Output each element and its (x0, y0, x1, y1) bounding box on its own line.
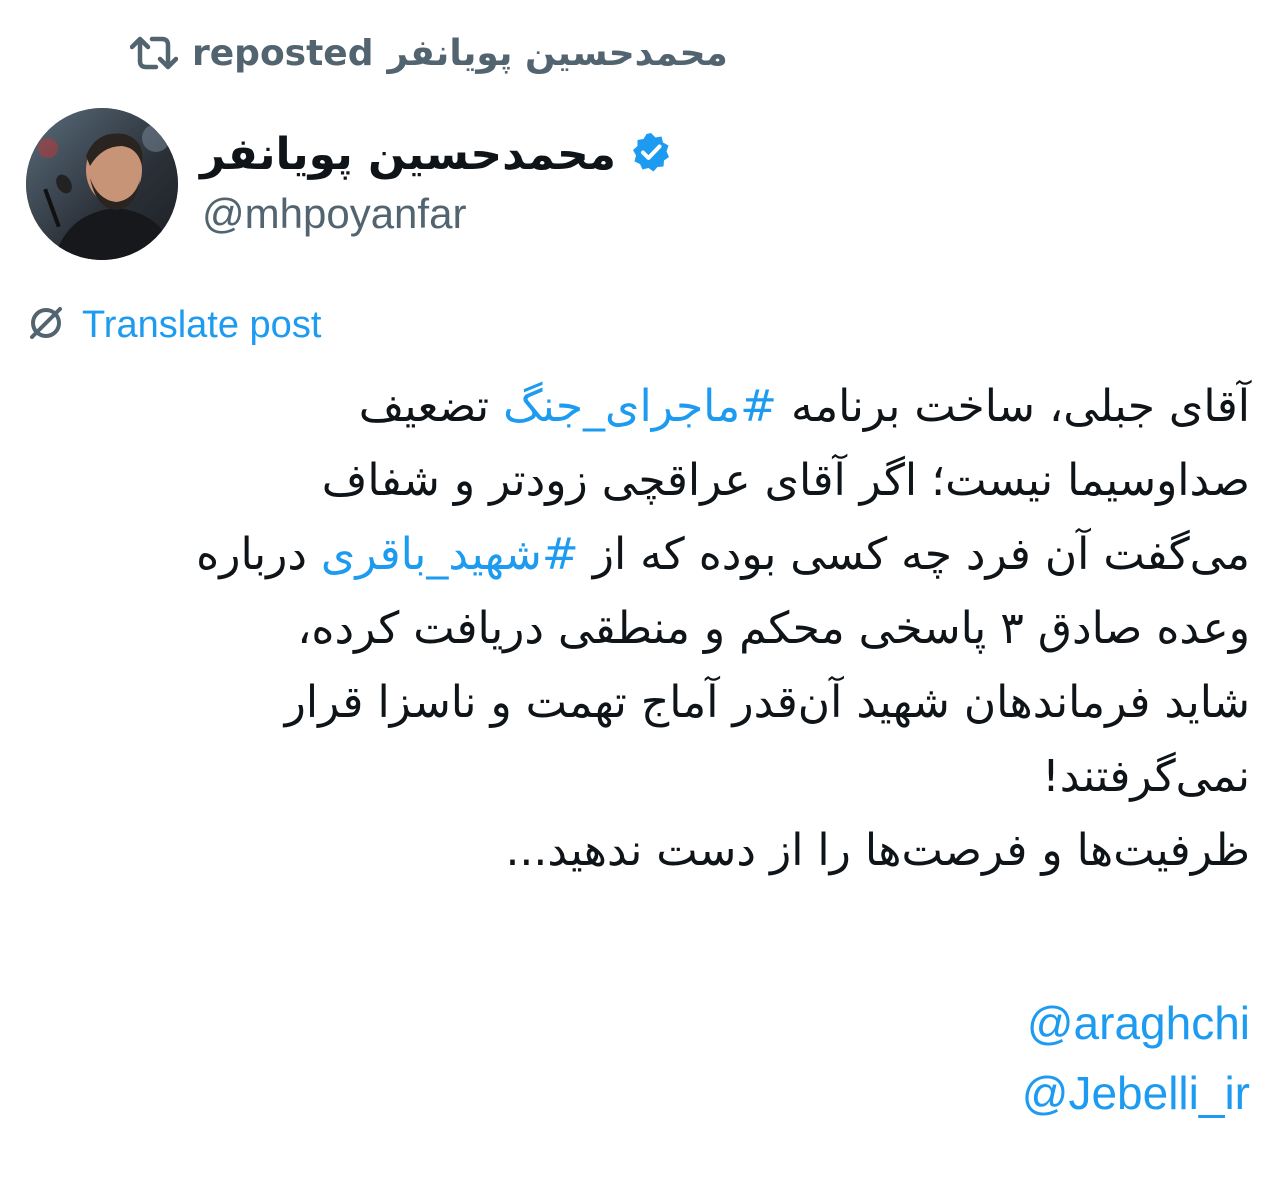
repost-icon (130, 33, 178, 73)
repost-user-name[interactable]: محمدحسین پویانفر (388, 33, 728, 74)
translate-post-link[interactable]: Translate post (26, 298, 321, 352)
translate-icon (26, 303, 66, 347)
hashtag-link[interactable]: #ماجرای_جنگ (503, 381, 777, 432)
hashtag-link[interactable]: #شهید_باقری (321, 529, 579, 580)
display-name[interactable]: محمدحسین پویانفر (200, 129, 616, 180)
mentions: @araghchi @Jebelli_ir (1022, 988, 1250, 1128)
mention-link[interactable]: @araghchi (1022, 988, 1250, 1058)
avatar[interactable] (26, 108, 178, 260)
post-line: ظرفیت‌ها و فرصت‌ها را از دست ندهید... (505, 825, 1250, 876)
post-text-segment: درباره (196, 529, 321, 580)
mention-link[interactable]: @Jebelli_ir (1022, 1058, 1250, 1128)
post-text: آقای جبلی، ساخت برنامه #ماجرای_جنگ تضعیف… (20, 370, 1250, 888)
post-text-segment: آقای جبلی، ساخت برنامه (777, 381, 1250, 432)
post-text-segment: می‌گفت آن فرد چه کسی بوده که از (578, 529, 1250, 580)
verified-badge-icon (630, 131, 672, 177)
post-line: شاید فرماندهان شهید آن‌قدر آماج تهمت و ن… (284, 677, 1250, 728)
post-line: وعده صادق ۳ پاسخی محکم و منطقی دریافت کر… (297, 603, 1250, 654)
post-line: آقای جبلی، ساخت برنامه #ماجرای_جنگ تضعیف (20, 370, 1250, 444)
post-line: نمی‌گرفتند! (1042, 751, 1250, 802)
post-line: صداوسیما نیست؛ اگر آقای عراقچی زودتر و ش… (321, 455, 1250, 506)
repost-header[interactable]: reposted محمدحسین پویانفر (130, 28, 728, 78)
post-text-segment: تضعیف (358, 381, 504, 432)
author-handle[interactable]: @mhpoyanfar (202, 190, 466, 238)
author-name-row[interactable]: محمدحسین پویانفر (200, 122, 672, 186)
translate-label[interactable]: Translate post (82, 304, 321, 347)
repost-label: reposted (192, 32, 374, 74)
post-line: می‌گفت آن فرد چه کسی بوده که از #شهید_با… (20, 518, 1250, 592)
